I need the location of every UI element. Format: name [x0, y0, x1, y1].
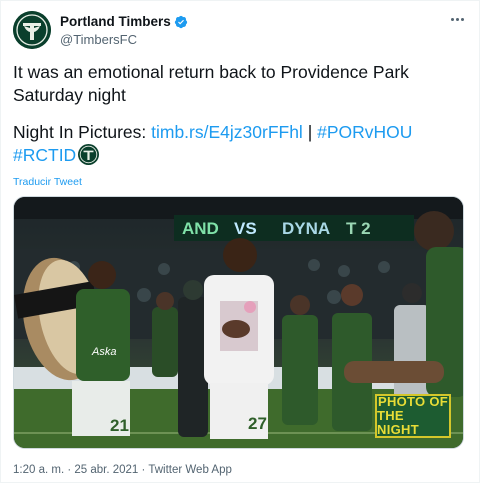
meta-separator-1: ·: [64, 464, 75, 476]
tweet-line-1: It was an emotional return back to Provi…: [13, 62, 409, 82]
jersey-center-number: 27: [248, 414, 267, 433]
tweet-line-2: Saturday night: [13, 85, 126, 105]
photo-of-the-night-badge: PHOTO OF THE NIGHT: [375, 394, 451, 438]
more-options-icon[interactable]: [447, 11, 467, 27]
meta-separator-2: ·: [138, 464, 149, 476]
scoreboard-team-text: DYNA: [282, 219, 330, 238]
avatar[interactable]: [13, 11, 51, 49]
tweet-time[interactable]: 1:20 a. m.: [13, 464, 64, 476]
hashtag-porvhou[interactable]: #PORvHOU: [317, 122, 412, 142]
translate-tweet-link[interactable]: Traducir Tweet: [13, 176, 82, 188]
badge-line-1: PHOTO OF: [377, 394, 449, 409]
timbers-logo-icon: [13, 11, 51, 49]
hashtag-rctid[interactable]: #RCTID: [13, 145, 76, 165]
tweet-line-3: Night In Pictures: timb.rs/E4jz30rFFhl |…: [13, 121, 469, 144]
author-names: Portland Timbers @TimbersFC: [60, 13, 188, 47]
tweet-separator: |: [302, 122, 318, 142]
tweet-line-4: #RCTID: [13, 144, 469, 167]
timbers-logo-emoji-icon: [78, 144, 100, 165]
tweet-link[interactable]: timb.rs/E4jz30rFFhl: [151, 122, 303, 142]
tweet-date[interactable]: 25 abr. 2021: [74, 464, 138, 476]
jersey-left-number: 21: [110, 416, 129, 435]
author-handle[interactable]: @TimbersFC: [60, 32, 188, 47]
tweet-line-3-prefix: Night In Pictures:: [13, 122, 152, 142]
scoreboard-left-text: AND: [182, 219, 219, 238]
author-display-name[interactable]: Portland Timbers: [60, 14, 171, 29]
tweet-header: Portland Timbers @TimbersFC: [13, 11, 469, 51]
tweet-source[interactable]: Twitter Web App: [148, 464, 232, 476]
badge-line-2: THE NIGHT: [377, 408, 419, 437]
verified-badge-icon: [174, 15, 187, 28]
tweet-meta: 1:20 a. m. · 25 abr. 2021 · Twitter Web …: [13, 464, 232, 476]
tweet-photo[interactable]: AND VS DYNA T 2 Aska 21 27 PHOTO OF THE …: [13, 196, 464, 449]
jersey-left-text: Aska: [91, 346, 116, 358]
scoreboard-vs-text: VS: [234, 219, 257, 238]
tweet-card: Portland Timbers @TimbersFC It was an em…: [0, 0, 480, 483]
scoreboard-score-text: T 2: [346, 219, 371, 238]
tweet-text: It was an emotional return back to Provi…: [13, 61, 469, 167]
